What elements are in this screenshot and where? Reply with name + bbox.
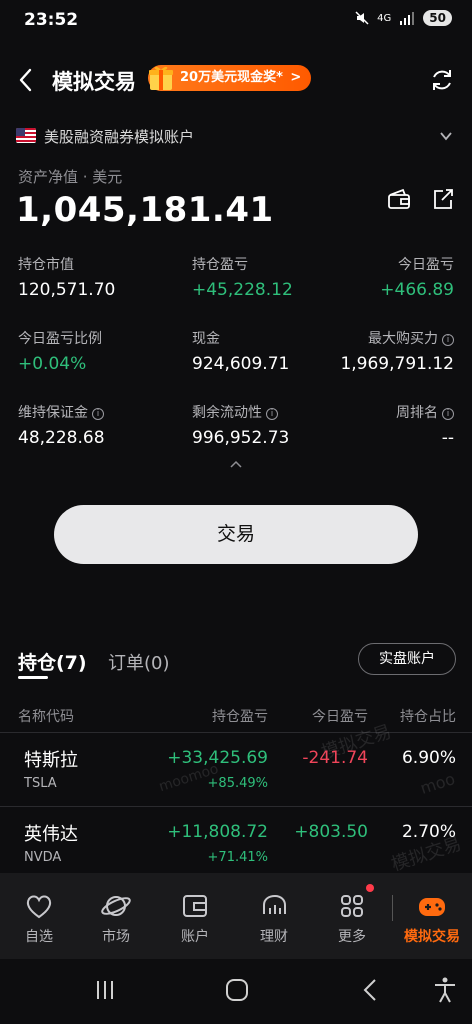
refresh-icon[interactable] (428, 66, 456, 94)
position-share: 6.90% (401, 748, 456, 768)
nav-label: 账户 (181, 929, 209, 945)
stock-code: NVDA (24, 850, 62, 865)
info-icon[interactable]: i (92, 408, 104, 420)
info-icon[interactable]: i (442, 334, 454, 346)
max-buying-power-text: 最大购买力 (368, 331, 438, 347)
column-header-share[interactable]: 持仓占比 (400, 706, 456, 726)
battery-indicator: 50 (423, 10, 452, 26)
column-header-name: 名称代码 (18, 709, 74, 725)
info-icon[interactable]: i (442, 408, 454, 420)
position-value-label: 持仓市值 (18, 257, 74, 273)
us-flag-icon (16, 128, 36, 143)
page-title: 模拟交易 (52, 70, 136, 94)
remaining-liquidity-text: 剩余流动性 (192, 405, 262, 421)
nav-item-account[interactable]: 账户 (165, 890, 225, 946)
column-header-position-pl[interactable]: 持仓盈亏 (212, 706, 268, 726)
nav-label: 理财 (260, 929, 288, 945)
planet-icon (101, 896, 131, 916)
position-share: 2.70% (401, 822, 456, 842)
info-icon[interactable]: i (266, 408, 278, 420)
today-pl-label: 今日盈亏 (398, 257, 454, 273)
table-divider (0, 732, 472, 733)
network-type: 4G (377, 12, 392, 24)
maintenance-margin-label[interactable]: 维持保证金 i (18, 402, 104, 422)
signal-icon (400, 12, 415, 25)
gift-icon (149, 66, 173, 90)
nav-label: 市场 (102, 929, 130, 945)
stock-code: TSLA (24, 776, 57, 791)
cash-label: 现金 (192, 331, 220, 347)
tab-active-indicator (18, 676, 48, 679)
share-icon[interactable] (430, 186, 456, 212)
today-pl-value: +803.50 (294, 822, 368, 842)
weekly-rank-text: 周排名 (396, 405, 438, 421)
position-pl-percent: +71.41% (207, 850, 268, 865)
system-back-icon[interactable] (356, 975, 386, 1005)
table-divider (0, 806, 472, 807)
chevron-down-icon[interactable] (438, 128, 454, 144)
nav-item-watchlist[interactable]: 自选 (9, 890, 69, 946)
notification-dot (366, 884, 374, 892)
heart-icon (26, 895, 52, 919)
today-pl-value: -241.74 (302, 748, 368, 768)
stock-name: 特斯拉 (24, 750, 78, 771)
today-pl-ratio-label: 今日盈亏比例 (18, 331, 102, 347)
wallet-icon (183, 895, 207, 917)
tab-positions[interactable]: 持仓(7) (18, 648, 87, 675)
promo-arrow: > (290, 70, 302, 85)
nav-label: 自选 (25, 929, 53, 945)
position-pl-label: 持仓盈亏 (192, 257, 248, 273)
max-buying-power: 1,969,791.12 (340, 354, 454, 374)
tab-orders[interactable]: 订单(0) (108, 649, 170, 675)
status-time: 23:52 (24, 10, 79, 30)
promo-label: 20万美元现金奖* (180, 70, 283, 85)
position-pl: +45,228.12 (192, 280, 293, 300)
recent-apps-icon[interactable] (90, 975, 120, 1005)
position-pl-value: +11,808.72 (167, 822, 268, 842)
nav-item-more[interactable]: 更多 (322, 890, 382, 946)
piggy-bank-icon (263, 894, 286, 914)
accessibility-icon[interactable] (430, 975, 460, 1005)
weekly-rank-label[interactable]: 周排名 i (396, 402, 454, 422)
remaining-liquidity: 996,952.73 (192, 428, 290, 448)
today-pl-ratio: +0.04% (18, 354, 87, 374)
back-arrow-icon[interactable] (14, 66, 38, 94)
nav-label: 更多 (338, 929, 366, 945)
grid-icon (341, 895, 363, 917)
maintenance-margin-text: 维持保证金 (18, 405, 88, 421)
cash-value: 924,609.71 (192, 354, 290, 374)
account-name[interactable]: 美股融资融券模拟账户 (44, 126, 194, 147)
nav-item-paper-trading[interactable]: 模拟交易 (396, 890, 468, 946)
gamepad-icon (419, 898, 445, 916)
nav-label: 模拟交易 (404, 929, 460, 945)
nav-item-wealth[interactable]: 理财 (244, 890, 304, 946)
net-asset-label: 资产净值 · 美元 (18, 168, 123, 186)
net-asset-value: 1,045,181.41 (16, 190, 274, 230)
collapse-chevron-icon[interactable] (228, 458, 244, 470)
position-pl-value: +33,425.69 (167, 748, 268, 768)
status-icons: 4G 50 (355, 10, 452, 26)
mute-icon (355, 11, 369, 25)
today-pl: +466.89 (380, 280, 454, 300)
home-icon[interactable] (222, 975, 252, 1005)
nav-item-market[interactable]: 市场 (86, 890, 146, 946)
position-value: 120,571.70 (18, 280, 116, 300)
wallet-transfer-icon[interactable] (386, 186, 412, 212)
weekly-rank: -- (441, 428, 454, 448)
real-account-button[interactable]: 实盘账户 (358, 643, 456, 675)
trade-button[interactable]: 交易 (54, 505, 418, 564)
column-header-today-pl[interactable]: 今日盈亏 (312, 706, 368, 726)
max-buying-power-label[interactable]: 最大购买力 i (368, 328, 454, 348)
remaining-liquidity-label[interactable]: 剩余流动性 i (192, 402, 278, 422)
position-pl-percent: +85.49% (207, 776, 268, 791)
stock-name: 英伟达 (24, 824, 78, 845)
nav-separator (392, 895, 393, 921)
maintenance-margin: 48,228.68 (18, 428, 105, 448)
